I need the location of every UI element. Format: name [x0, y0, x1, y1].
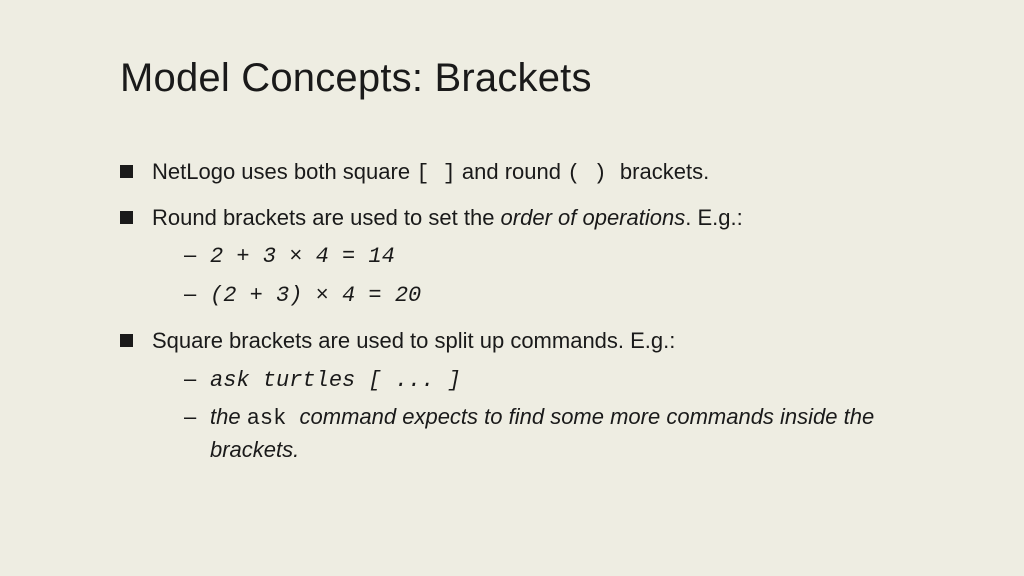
- slide-title: Model Concepts: Brackets: [120, 56, 924, 101]
- code-example: (2 + 3) × 4 = 20: [210, 283, 421, 308]
- text-fragment: . E.g.:: [685, 205, 742, 230]
- text-fragment: Square brackets are used to split up com…: [152, 328, 675, 353]
- sub-item: the ask command expects to find some mor…: [152, 402, 924, 466]
- code-example: 2 + 3 × 4 = 14: [210, 244, 395, 269]
- sub-item: ask turtles [ ... ]: [152, 364, 924, 397]
- text-fragment: and round: [456, 159, 567, 184]
- bullet-item-1: NetLogo uses both square [ ] and round (…: [120, 157, 924, 189]
- sub-list: 2 + 3 × 4 = 14 (2 + 3) × 4 = 20: [152, 240, 924, 312]
- sub-list: ask turtles [ ... ] the ask command expe…: [152, 364, 924, 466]
- text-fragment: the: [210, 404, 247, 429]
- bullet-item-3: Square brackets are used to split up com…: [120, 326, 924, 466]
- text-fragment: Round brackets are used to set the: [152, 205, 501, 230]
- sub-item: (2 + 3) × 4 = 20: [152, 279, 924, 312]
- code-fragment: ask: [247, 406, 300, 431]
- code-fragment: [ ]: [416, 161, 456, 186]
- emphasized-text: order of operations: [501, 205, 686, 230]
- text-fragment: NetLogo uses both square: [152, 159, 416, 184]
- text-fragment: brackets.: [620, 159, 709, 184]
- code-fragment: ( ): [567, 161, 620, 186]
- code-example: ask turtles [ ... ]: [210, 368, 461, 393]
- bullet-list: NetLogo uses both square [ ] and round (…: [120, 157, 924, 466]
- text-fragment: command expects to find some more comman…: [210, 404, 874, 462]
- bullet-item-2: Round brackets are used to set the order…: [120, 203, 924, 312]
- sub-item: 2 + 3 × 4 = 14: [152, 240, 924, 273]
